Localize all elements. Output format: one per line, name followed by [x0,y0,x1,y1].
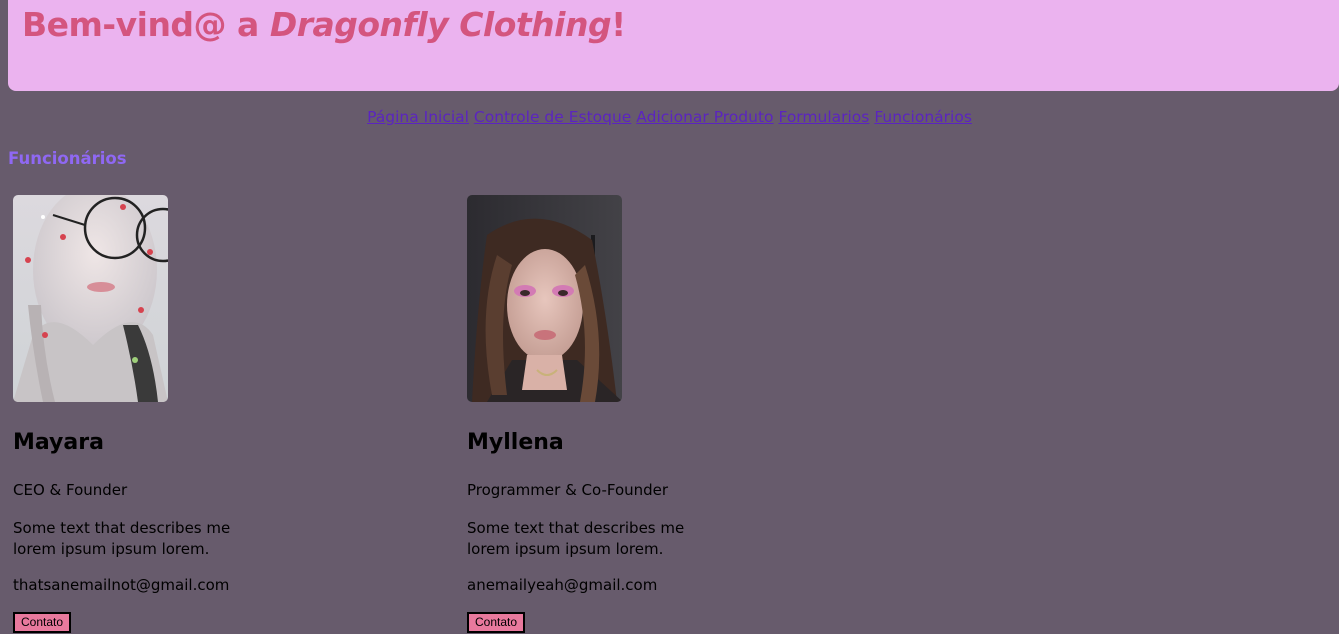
employee-role: CEO & Founder [13,481,128,499]
page-header: Bem-vind@ a Dragonfly Clothing! [8,0,1339,91]
nav-link-funcionarios[interactable]: Funcionários [874,108,972,126]
employee-role: Programmer & Co-Founder [467,481,669,499]
title-prefix: Bem-vind@ a [22,5,270,44]
title-suffix: ! [611,5,626,44]
contact-button[interactable]: Contato [13,612,72,633]
employee-email: thatsanemailnot@gmail.com [13,576,230,594]
nav-link-controle-de-estoque[interactable]: Controle de Estoque [474,108,631,126]
employee-card: Myllena Programmer & Co-Founder Some tex… [467,195,767,633]
employee-photo [13,195,168,402]
contact-button[interactable]: Contato [467,612,526,633]
page-title: Bem-vind@ a Dragonfly Clothing! [22,5,626,44]
nav-link-adicionar-produto[interactable]: Adicionar Produto [636,108,773,126]
employee-description: Some text that describes me lorem ipsum … [13,519,231,558]
nav-link-formularios[interactable]: Formularios [778,108,869,126]
nav-link-pagina-inicial[interactable]: Página Inicial [367,108,469,126]
employee-description: Some text that describes me lorem ipsum … [467,519,685,558]
brand-name: Dragonfly Clothing [269,5,612,44]
employee-email: anemailyeah@gmail.com [467,576,658,594]
employee-name: Mayara [13,430,104,455]
main-nav: Página Inicial Controle de Estoque Adici… [0,108,1339,126]
employee-photo [467,195,622,402]
section-title: Funcionários [8,149,127,168]
employee-name: Myllena [467,430,564,455]
employee-card: Mayara CEO & Founder Some text that desc… [13,195,313,633]
